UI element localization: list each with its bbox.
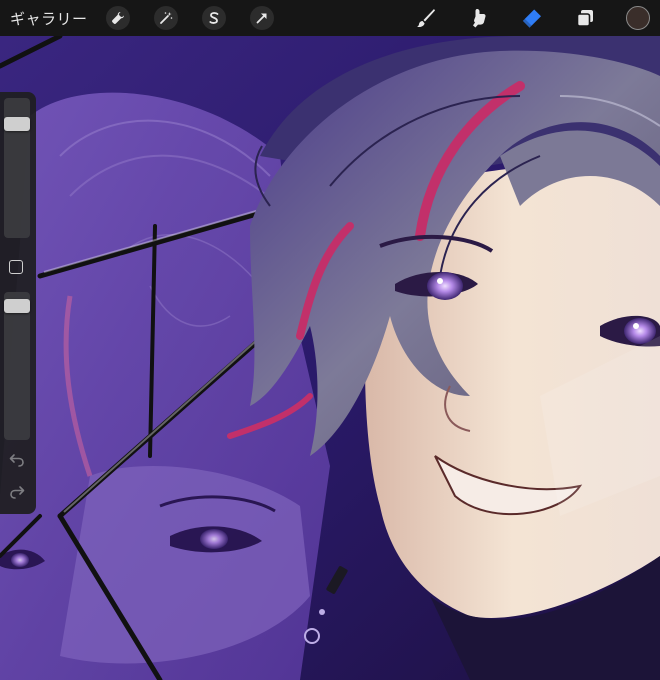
undo-icon[interactable] — [8, 452, 26, 468]
paint-tool-button[interactable] — [413, 5, 439, 31]
artwork — [0, 36, 660, 680]
drawing-canvas[interactable] — [0, 36, 660, 680]
smudge-icon — [473, 9, 486, 28]
selection-s-icon — [208, 12, 218, 24]
adjustments-button[interactable] — [153, 6, 178, 30]
transform-button[interactable] — [249, 6, 274, 30]
brush-opacity-slider[interactable] — [4, 292, 30, 440]
top-toolbar: ギャラリー — [0, 0, 660, 36]
magic-wand-icon — [159, 12, 172, 24]
selection-button[interactable] — [201, 6, 226, 30]
brush-opacity-thumb[interactable] — [4, 299, 30, 313]
erase-tool-button[interactable] — [519, 5, 545, 31]
brush-icon — [417, 9, 435, 28]
arrow-cursor-icon — [256, 13, 267, 24]
layers-button[interactable] — [572, 5, 598, 31]
modify-square-icon[interactable] — [9, 260, 23, 274]
smudge-tool-button[interactable] — [466, 5, 492, 31]
redo-icon[interactable] — [8, 484, 26, 500]
left-sidebar — [0, 92, 36, 514]
brush-size-slider[interactable] — [4, 98, 30, 238]
gallery-button[interactable]: ギャラリー — [10, 8, 88, 29]
procreate-app: ギャラリー — [0, 0, 660, 680]
actions-button[interactable] — [105, 6, 130, 30]
eraser-icon — [522, 9, 541, 28]
wrench-icon — [111, 12, 124, 24]
brush-size-thumb[interactable] — [4, 117, 30, 131]
layers-icon — [576, 10, 593, 27]
color-picker-button[interactable] — [626, 6, 650, 30]
